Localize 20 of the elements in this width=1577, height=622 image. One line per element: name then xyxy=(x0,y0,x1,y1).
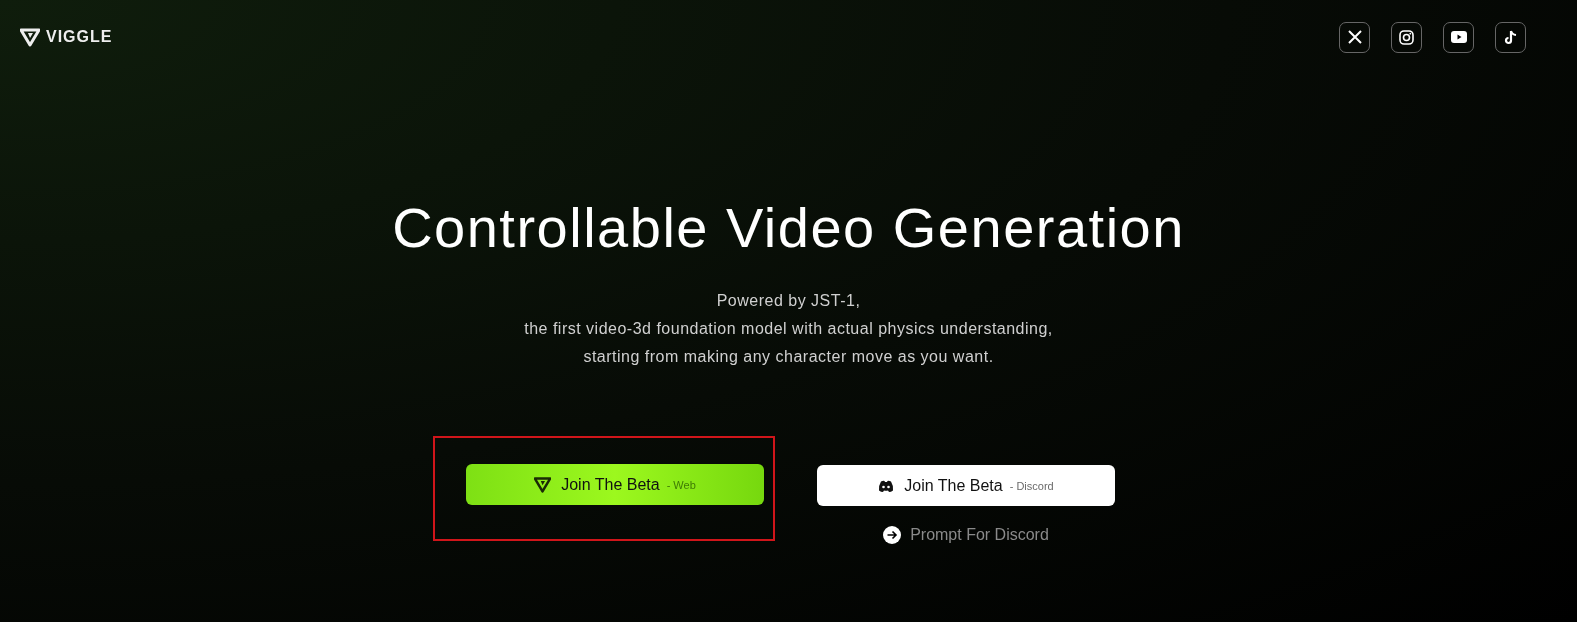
hero-title: Controllable Video Generation xyxy=(391,196,1186,260)
subtitle-line: Powered by JST-1, xyxy=(716,291,861,311)
social-button[interactable] xyxy=(1391,21,1422,53)
subtitle-line: the first video-3d foundation model with actual physics understanding, xyxy=(524,319,1053,339)
v-logo-icon xyxy=(20,27,40,47)
discord-icon xyxy=(878,479,895,492)
prompt-link[interactable]: Prompt For Discord xyxy=(883,526,1049,544)
v-logo-icon xyxy=(534,476,552,493)
x-logo-icon xyxy=(1347,30,1362,44)
play-icon xyxy=(1450,31,1467,43)
brand-logo[interactable]: VIGGLE xyxy=(46,28,113,46)
camera-icon xyxy=(1399,29,1414,45)
join-beta-button[interactable]: Join The Beta - Web xyxy=(466,464,764,505)
arrow-right-icon xyxy=(883,526,902,544)
social-button[interactable] xyxy=(1443,21,1474,53)
social-button[interactable] xyxy=(1495,21,1526,53)
music-note-icon xyxy=(1504,29,1517,45)
join-beta-button[interactable]: Join The Beta - Discord xyxy=(817,465,1115,506)
social-button[interactable] xyxy=(1339,21,1370,53)
subtitle-line: starting from making any character move as you want. xyxy=(583,347,994,367)
